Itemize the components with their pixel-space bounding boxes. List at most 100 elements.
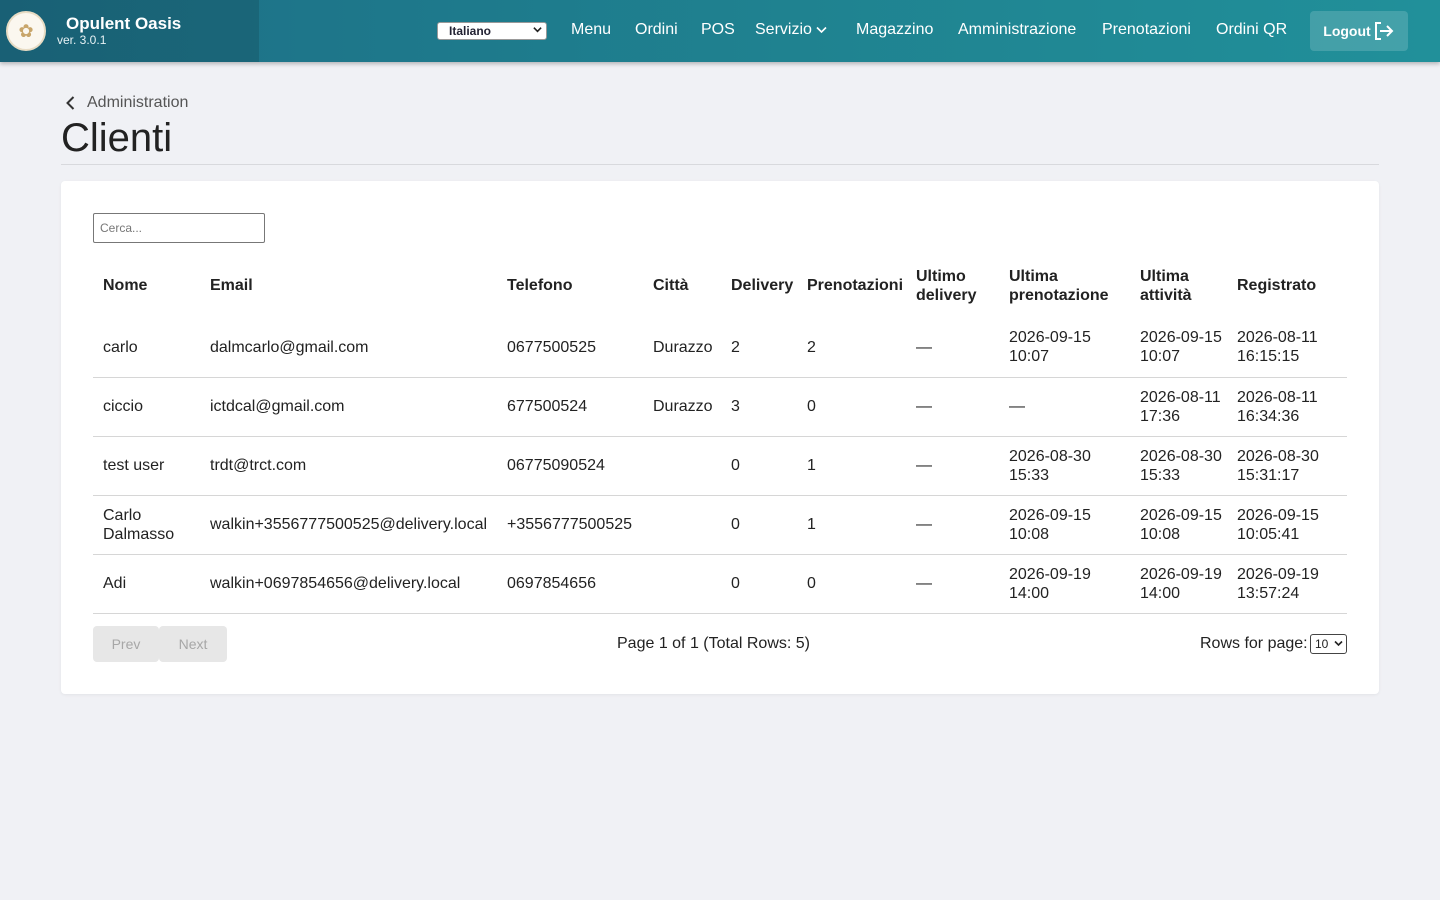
cell-ultima-prenotazione: 2026-09-15 10:08: [999, 495, 1130, 555]
cell-delivery: 0: [721, 495, 797, 555]
table-row[interactable]: carlo dalmcarlo@gmail.com 0677500525 Dur…: [93, 318, 1347, 378]
cell-registrato: 2026-09-15 10:05:41: [1227, 495, 1347, 555]
cell-registrato: 2026-08-30 15:31:17: [1227, 436, 1347, 496]
lotus-logo-icon[interactable]: ✿: [6, 11, 46, 51]
col-header-registrato[interactable]: Registrato: [1227, 253, 1347, 318]
cell-registrato: 2026-08-11 16:15:15: [1227, 318, 1347, 378]
cell-delivery: 2: [721, 318, 797, 378]
table-row[interactable]: ciccio ictdcal@gmail.com 677500524 Duraz…: [93, 377, 1347, 437]
cell-delivery: 0: [721, 436, 797, 496]
cell-nome: test user: [93, 436, 200, 496]
cell-telefono: 0677500525: [497, 318, 643, 378]
cell-prenotazioni: 0: [797, 554, 906, 614]
breadcrumb[interactable]: Administration: [66, 94, 188, 112]
cell-ultima-attivita: 2026-09-15 10:08: [1130, 495, 1227, 555]
col-header-ultimo-delivery[interactable]: Ultimo delivery: [906, 253, 999, 318]
cell-nome: ciccio: [93, 377, 200, 437]
cell-delivery: 3: [721, 377, 797, 437]
cell-ultimo-delivery: —: [906, 495, 999, 555]
chevron-down-icon: [533, 27, 542, 33]
nav-servizio-label: Servizio: [755, 21, 812, 38]
cell-email: ictdcal@gmail.com: [200, 377, 497, 437]
rows-per-page-select[interactable]: 10: [1310, 634, 1347, 654]
cell-prenotazioni: 1: [797, 495, 906, 555]
chevron-down-icon: [816, 26, 827, 33]
cell-email: walkin+3556777500525@delivery.local: [200, 495, 497, 555]
cell-citta: [643, 554, 721, 614]
nav-menu[interactable]: Menu: [571, 21, 611, 39]
customers-table: Nome Email Telefono Città Delivery Preno…: [93, 253, 1347, 614]
cell-delivery: 0: [721, 554, 797, 614]
cell-ultima-attivita: 2026-08-11 17:36: [1130, 377, 1227, 437]
cell-telefono: +3556777500525: [497, 495, 643, 555]
cell-prenotazioni: 2: [797, 318, 906, 378]
cell-citta: [643, 495, 721, 555]
cell-registrato: 2026-08-11 16:34:36: [1227, 377, 1347, 437]
nav-ordini-qr[interactable]: Ordini QR: [1216, 21, 1287, 39]
cell-prenotazioni: 0: [797, 377, 906, 437]
cell-citta: Durazzo: [643, 377, 721, 437]
rows-per-page-value: 10: [1315, 637, 1329, 651]
nav-prenotazioni[interactable]: Prenotazioni: [1102, 21, 1191, 39]
search-input[interactable]: [93, 213, 265, 243]
rows-per-page-label: Rows for page:: [1200, 635, 1308, 652]
cell-nome: carlo: [93, 318, 200, 378]
nav-pos[interactable]: POS: [701, 21, 735, 39]
chevron-down-icon: [1334, 640, 1343, 647]
col-header-ultima-prenotazione[interactable]: Ultima prenotazione: [999, 253, 1130, 318]
table-row[interactable]: Carlo Dalmasso walkin+3556777500525@deli…: [93, 495, 1347, 555]
next-page-button[interactable]: Next: [159, 626, 227, 662]
language-select[interactable]: Italiano: [437, 22, 547, 40]
app-name: Opulent Oasis: [66, 14, 182, 33]
logout-button[interactable]: Logout: [1310, 11, 1408, 51]
cell-ultima-attivita: 2026-09-19 14:00: [1130, 554, 1227, 614]
page-title: Clienti: [61, 116, 173, 160]
nav-amministrazione[interactable]: Amministrazione: [958, 21, 1076, 39]
pagination-info: Page 1 of 1 (Total Rows: 5): [617, 635, 810, 652]
customers-card: Nome Email Telefono Città Delivery Preno…: [61, 181, 1379, 694]
chevron-left-icon: [66, 96, 75, 110]
cell-ultima-prenotazione: —: [999, 377, 1130, 437]
top-navbar: ✿ Opulent Oasis ver. 3.0.1 Italiano Menu…: [0, 0, 1440, 62]
cell-registrato: 2026-09-19 13:57:24: [1227, 554, 1347, 614]
nav-magazzino[interactable]: Magazzino: [856, 21, 933, 39]
col-header-nome[interactable]: Nome: [93, 253, 200, 318]
table-row[interactable]: test user trdt@trct.com 06775090524 0 1 …: [93, 436, 1347, 496]
cell-ultima-prenotazione: 2026-09-19 14:00: [999, 554, 1130, 614]
col-header-prenotazioni[interactable]: Prenotazioni: [797, 253, 906, 318]
nav-ordini[interactable]: Ordini: [635, 21, 678, 39]
logout-icon: [1374, 22, 1394, 40]
app-version: ver. 3.0.1: [57, 33, 107, 47]
cell-email: trdt@trct.com: [200, 436, 497, 496]
col-header-email[interactable]: Email: [200, 253, 497, 318]
cell-email: dalmcarlo@gmail.com: [200, 318, 497, 378]
prev-page-button[interactable]: Prev: [93, 626, 159, 662]
cell-ultima-attivita: 2026-08-30 15:33: [1130, 436, 1227, 496]
cell-ultima-prenotazione: 2026-08-30 15:33: [999, 436, 1130, 496]
cell-ultimo-delivery: —: [906, 554, 999, 614]
cell-telefono: 677500524: [497, 377, 643, 437]
title-divider: [61, 164, 1379, 165]
table-header-row: Nome Email Telefono Città Delivery Preno…: [93, 253, 1347, 318]
logout-label: Logout: [1323, 23, 1371, 39]
col-header-telefono[interactable]: Telefono: [497, 253, 643, 318]
language-selected: Italiano: [449, 24, 492, 38]
cell-citta: [643, 436, 721, 496]
cell-nome: Adi: [93, 554, 200, 614]
table-row[interactable]: Adi walkin+0697854656@delivery.local 069…: [93, 554, 1347, 614]
cell-ultimo-delivery: —: [906, 436, 999, 496]
brand-block: ✿ Opulent Oasis ver. 3.0.1: [0, 0, 259, 62]
col-header-ultima-attivita[interactable]: Ultima attività: [1130, 253, 1227, 318]
cell-telefono: 06775090524: [497, 436, 643, 496]
cell-ultimo-delivery: —: [906, 377, 999, 437]
cell-nome: Carlo Dalmasso: [93, 495, 200, 555]
nav-servizio[interactable]: Servizio: [755, 21, 827, 39]
cell-telefono: 0697854656: [497, 554, 643, 614]
breadcrumb-parent: Administration: [87, 94, 189, 111]
col-header-citta[interactable]: Città: [643, 253, 721, 318]
cell-email: walkin+0697854656@delivery.local: [200, 554, 497, 614]
cell-ultimo-delivery: —: [906, 318, 999, 378]
cell-ultima-attivita: 2026-09-15 10:07: [1130, 318, 1227, 378]
col-header-delivery[interactable]: Delivery: [721, 253, 797, 318]
cell-ultima-prenotazione: 2026-09-15 10:07: [999, 318, 1130, 378]
